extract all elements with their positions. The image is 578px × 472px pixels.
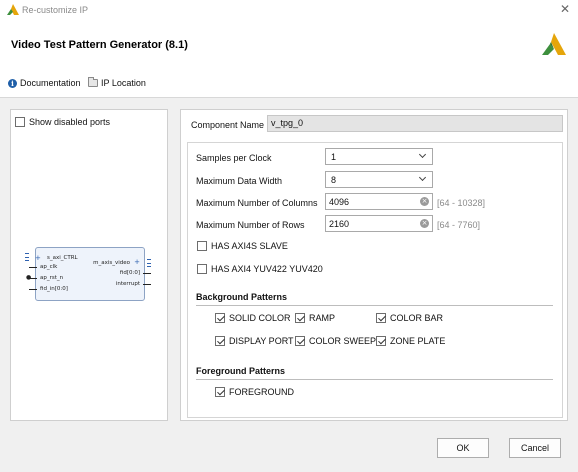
ip-symbol-block: + s_axi_CTRL ap_clk ● ap_rst_n fid_in[0:… — [25, 247, 151, 301]
foreground-patterns-title: Foreground Patterns — [196, 366, 286, 376]
max-data-width-value: 8 — [331, 175, 337, 185]
color-bar-checkbox[interactable] — [376, 313, 386, 323]
has-axi4-yuv-row[interactable]: HAS AXI4 YUV422 YUV420 — [197, 264, 323, 274]
ramp-label: RAMP — [309, 313, 336, 323]
folder-icon — [88, 77, 98, 87]
bus-interface-icon — [147, 259, 151, 267]
pin-label: ap_rst_n — [40, 275, 64, 281]
color-sweep-label: COLOR SWEEP — [309, 336, 377, 346]
parameters-panel: Component Name v_tpg_0 Samples per Clock… — [180, 109, 568, 421]
solid-color-label: SOLID COLOR — [229, 313, 291, 323]
pattern-ramp[interactable]: RAMP — [295, 313, 335, 323]
title-bar: Re-customize IP ✕ — [0, 0, 578, 20]
show-disabled-ports-label: Show disabled ports — [29, 116, 111, 127]
show-disabled-ports-checkbox[interactable] — [15, 116, 25, 127]
clear-input-icon[interactable]: × — [420, 219, 429, 228]
ip-location-label: IP Location — [101, 78, 146, 88]
max-columns-range: [64 - 10328] — [437, 198, 486, 208]
pin-label: fid[0:0] — [119, 270, 140, 276]
pin-label: ap_clk — [40, 264, 58, 270]
samples-per-clock-select[interactable]: 1 — [325, 148, 433, 165]
has-axi4s-slave-row[interactable]: HAS AXI4S SLAVE — [197, 241, 288, 251]
ramp-checkbox[interactable] — [295, 313, 305, 323]
expand-icon: + — [35, 254, 41, 262]
pattern-color-sweep[interactable]: COLOR SWEEP — [295, 336, 376, 346]
xilinx-logo-icon — [542, 33, 566, 55]
reset-pin-icon: ● — [26, 274, 32, 281]
ip-location-link[interactable]: IP Location — [88, 77, 146, 88]
pattern-zone-plate[interactable]: ZONE PLATE — [376, 336, 445, 346]
pin-label: m_axis_video — [93, 260, 130, 266]
max-columns-value: 4096 — [329, 197, 350, 207]
has-axi4s-slave-label: HAS AXI4S SLAVE — [211, 241, 288, 251]
header-links: i Documentation IP Location — [0, 68, 578, 98]
bus-interface-icon — [25, 253, 29, 261]
max-rows-input[interactable]: 2160 × — [325, 215, 433, 232]
zone-plate-label: ZONE PLATE — [390, 336, 446, 346]
pattern-solid-color[interactable]: SOLID COLOR — [215, 313, 291, 323]
max-data-width-select[interactable]: 8 — [325, 171, 433, 188]
foreground-checkbox[interactable] — [215, 387, 225, 397]
documentation-label: Documentation — [20, 78, 81, 88]
zone-plate-checkbox[interactable] — [376, 336, 386, 346]
component-name-field[interactable]: v_tpg_0 — [267, 115, 563, 132]
close-icon[interactable]: ✕ — [558, 2, 572, 16]
pin-label: s_axi_CTRL — [47, 255, 78, 261]
pattern-color-bar[interactable]: COLOR BAR — [376, 313, 443, 323]
max-data-width-label: Maximum Data Width — [196, 176, 283, 186]
display-port-label: DISPLAY PORT — [229, 336, 294, 346]
has-axi4-yuv-checkbox[interactable] — [197, 264, 207, 274]
documentation-link[interactable]: i Documentation — [8, 78, 81, 88]
show-disabled-ports-row[interactable]: Show disabled ports — [15, 116, 110, 127]
samples-per-clock-label: Samples per Clock — [196, 153, 272, 163]
has-axi4-yuv-label: HAS AXI4 YUV422 YUV420 — [211, 264, 323, 274]
xilinx-logo-icon — [7, 4, 19, 15]
display-port-checkbox[interactable] — [215, 336, 225, 346]
ok-button[interactable]: OK — [437, 438, 489, 458]
background-patterns-title: Background Patterns — [196, 292, 288, 302]
chevron-down-icon — [418, 150, 427, 159]
max-columns-input[interactable]: 4096 × — [325, 193, 433, 210]
window-title: Re-customize IP — [22, 5, 89, 15]
color-bar-label: COLOR BAR — [390, 313, 444, 323]
pattern-display-port[interactable]: DISPLAY PORT — [215, 336, 294, 346]
ip-symbol-panel: Show disabled ports + s_axi_CTRL ap_clk … — [10, 109, 168, 421]
pin-label: interrupt — [115, 281, 140, 287]
component-name-label: Component Name — [191, 120, 265, 130]
pin-label: fid_in[0:0] — [40, 286, 68, 292]
color-sweep-checkbox[interactable] — [295, 336, 305, 346]
chevron-down-icon — [418, 173, 427, 182]
samples-per-clock-value: 1 — [331, 152, 337, 162]
solid-color-checkbox[interactable] — [215, 313, 225, 323]
dialog-header: Video Test Pattern Generator (8.1) — [0, 20, 578, 68]
section-divider — [196, 379, 553, 380]
max-rows-range: [64 - 7760] — [437, 220, 481, 230]
parameters-group: Samples per Clock 1 Maximum Data Width 8… — [187, 142, 563, 418]
cancel-button[interactable]: Cancel — [509, 438, 561, 458]
info-icon: i — [8, 78, 17, 88]
pattern-foreground[interactable]: FOREGROUND — [215, 387, 294, 397]
has-axi4s-slave-checkbox[interactable] — [197, 241, 207, 251]
expand-icon: + — [134, 258, 140, 266]
max-columns-label: Maximum Number of Columns — [196, 198, 318, 208]
clear-input-icon[interactable]: × — [420, 197, 429, 206]
foreground-label: FOREGROUND — [229, 387, 294, 397]
ip-heading: Video Test Pattern Generator (8.1) — [11, 39, 188, 51]
max-rows-value: 2160 — [329, 219, 350, 229]
max-rows-label: Maximum Number of Rows — [196, 220, 305, 230]
section-divider — [196, 305, 553, 306]
